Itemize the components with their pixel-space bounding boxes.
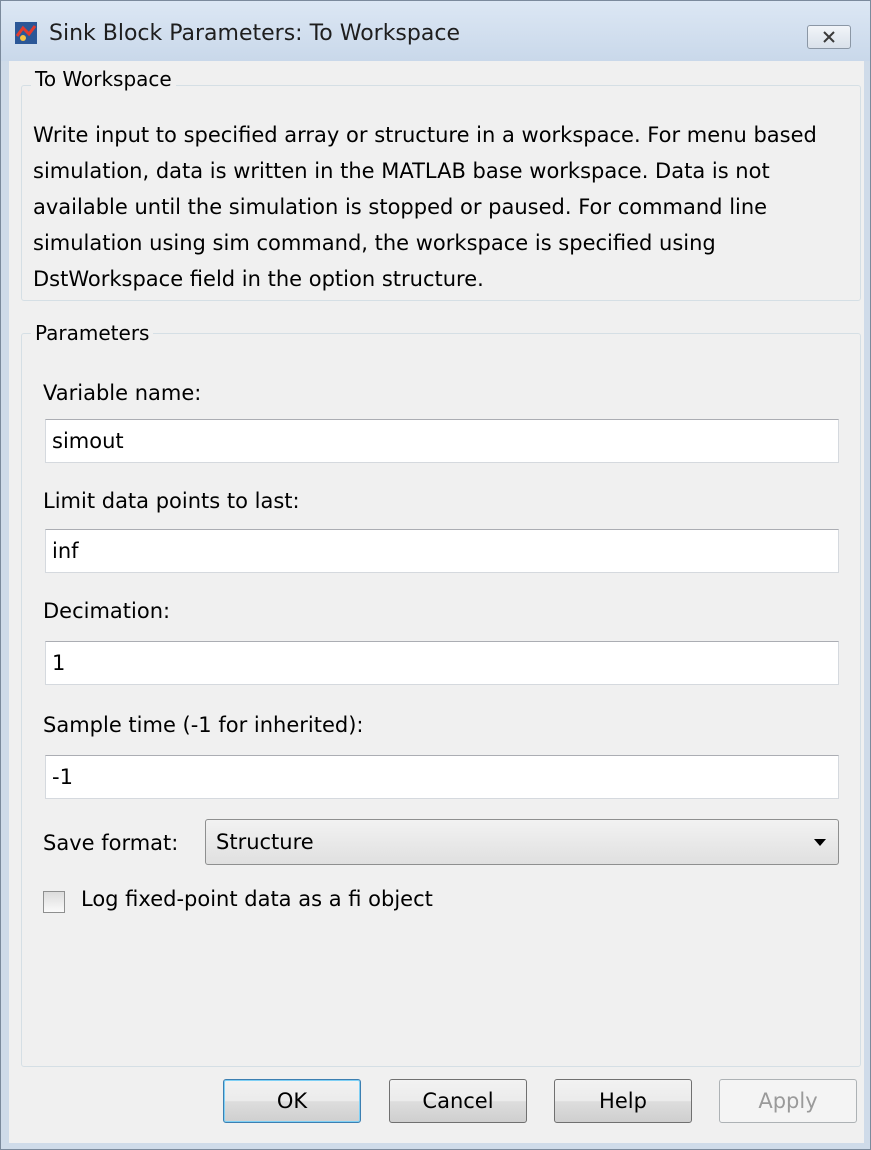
log-fixed-point-label[interactable]: Log fixed-point data as a fi object xyxy=(81,887,433,911)
chevron-down-icon xyxy=(814,839,826,846)
decimation-input[interactable]: 1 xyxy=(45,641,839,685)
block-description: Write input to specified array or struct… xyxy=(33,123,817,291)
dialog-window: Sink Block Parameters: To Workspace To W… xyxy=(0,0,871,1150)
help-button[interactable]: Help xyxy=(554,1079,692,1123)
variable-name-label: Variable name: xyxy=(43,381,202,405)
cancel-button[interactable]: Cancel xyxy=(389,1079,527,1123)
close-button[interactable] xyxy=(807,25,851,49)
variable-name-input[interactable]: simout xyxy=(45,419,839,463)
limit-data-points-input[interactable]: inf xyxy=(45,529,839,573)
dialog-body: To Workspace Write input to specified ar… xyxy=(9,61,864,1143)
close-icon xyxy=(823,31,835,43)
title-bar[interactable]: Sink Block Parameters: To Workspace xyxy=(1,1,870,61)
save-format-label: Save format: xyxy=(43,831,179,855)
decimation-label: Decimation: xyxy=(43,599,171,623)
limit-data-points-label: Limit data points to last: xyxy=(43,489,300,513)
save-format-dropdown[interactable]: Structure xyxy=(205,819,839,865)
description-group-title: To Workspace xyxy=(31,67,176,91)
window-title: Sink Block Parameters: To Workspace xyxy=(49,21,460,46)
save-format-value: Structure xyxy=(216,830,314,854)
sample-time-label: Sample time (-1 for inherited): xyxy=(43,713,364,737)
ok-button[interactable]: OK xyxy=(223,1079,361,1123)
log-fixed-point-checkbox[interactable] xyxy=(43,891,65,913)
sample-time-input[interactable]: -1 xyxy=(45,755,839,799)
simulink-block-icon xyxy=(15,22,37,44)
apply-button[interactable]: Apply xyxy=(719,1079,857,1123)
parameters-group-title: Parameters xyxy=(31,321,154,345)
